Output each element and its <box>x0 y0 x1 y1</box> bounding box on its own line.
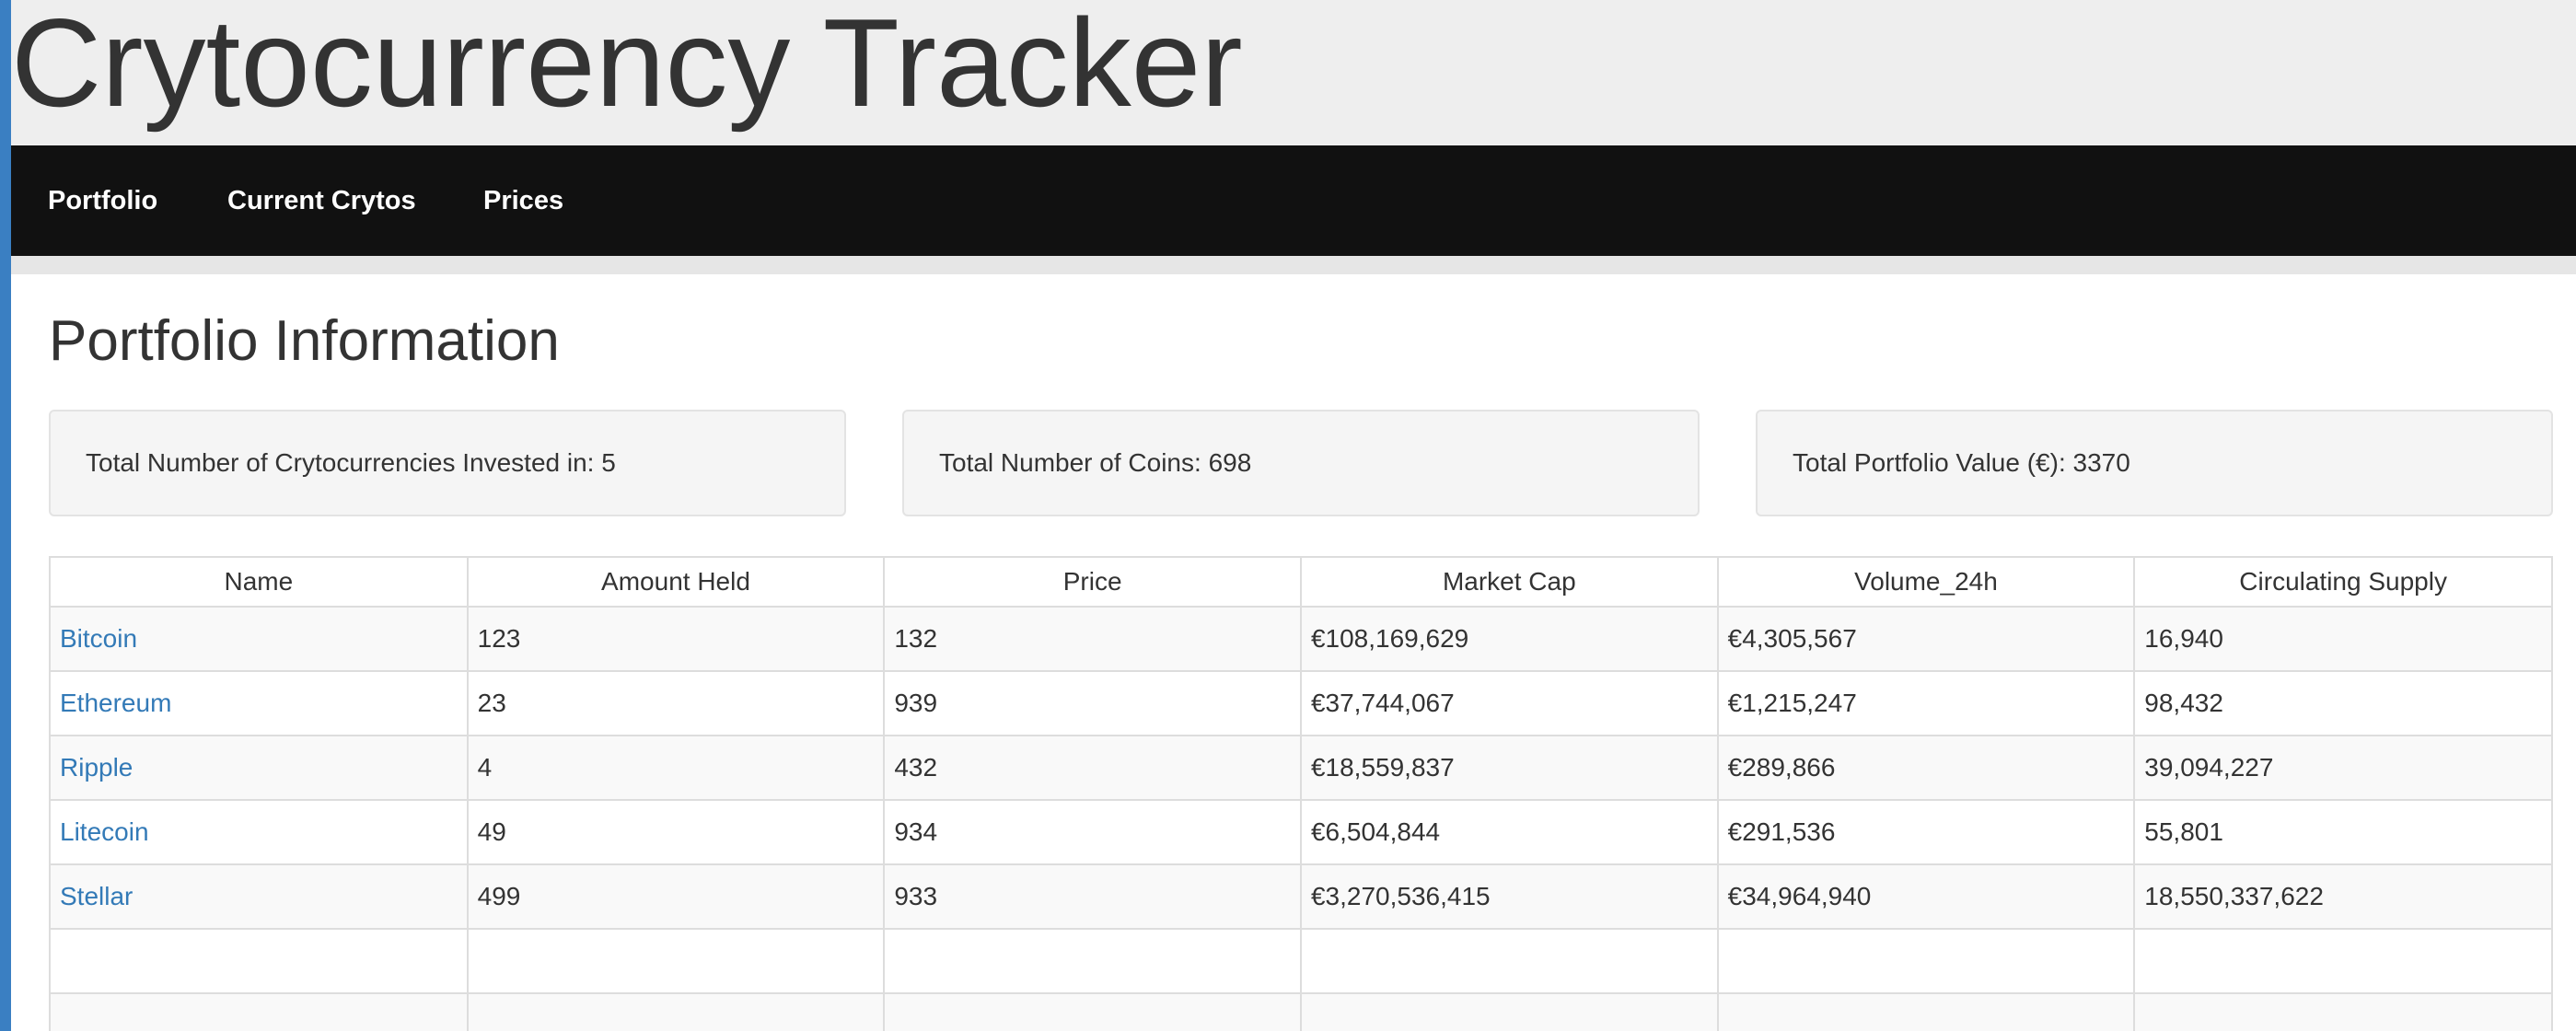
stat-total-cryptocurrencies: Total Number of Crytocurrencies Invested… <box>86 448 616 477</box>
nav-item-portfolio[interactable]: Portfolio <box>48 145 157 256</box>
app-header: Crytocurrency Tracker <box>11 0 2576 145</box>
cell-volume-24h: €34,964,940 <box>1717 864 2136 930</box>
cell-market-cap: €108,169,629 <box>1300 607 1719 672</box>
nav-item-current-crytos[interactable]: Current Crytos <box>227 145 416 256</box>
column-header-price[interactable]: Price <box>884 558 1302 608</box>
portfolio-table: Name Amount Held Price Market Cap Volume… <box>51 558 2551 1031</box>
column-header-circulating-supply[interactable]: Circulating Supply <box>2134 558 2551 608</box>
cell-circulating-supply: 98,432 <box>2134 671 2551 736</box>
table-row: Ripple 4 432 €18,559,837 €289,866 39,094… <box>51 736 2551 801</box>
cell-volume-24h: €1,215,247 <box>1717 671 2136 736</box>
coin-link-stellar[interactable]: Stellar <box>60 882 133 910</box>
stat-total-coins: Total Number of Coins: 698 <box>939 448 1252 477</box>
cell-price: 934 <box>884 800 1302 865</box>
table-header-row: Name Amount Held Price Market Cap Volume… <box>51 558 2551 608</box>
cell-name: Bitcoin <box>51 607 469 672</box>
cell-market-cap: €37,744,067 <box>1300 671 1719 736</box>
cell-empty <box>467 929 886 994</box>
stat-card-portfolio-value: Total Portfolio Value (€): 3370 <box>1756 410 2553 516</box>
cell-circulating-supply: 55,801 <box>2134 800 2551 865</box>
table-row-empty <box>51 993 2551 1031</box>
app-title: Crytocurrency Tracker <box>11 0 1243 133</box>
column-header-amount-held[interactable]: Amount Held <box>467 558 886 608</box>
stat-portfolio-value: Total Portfolio Value (€): 3370 <box>1793 448 2130 477</box>
cell-empty <box>51 993 469 1031</box>
cell-price: 132 <box>884 607 1302 672</box>
cell-market-cap: €18,559,837 <box>1300 736 1719 801</box>
column-header-name[interactable]: Name <box>51 558 469 608</box>
cell-market-cap: €6,504,844 <box>1300 800 1719 865</box>
portfolio-table-container: Name Amount Held Price Market Cap Volume… <box>49 556 2553 1031</box>
cell-empty <box>2134 993 2551 1031</box>
column-header-volume-24h[interactable]: Volume_24h <box>1717 558 2136 608</box>
cell-amount-held: 23 <box>467 671 886 736</box>
cell-price: 432 <box>884 736 1302 801</box>
cell-empty <box>51 929 469 994</box>
cell-volume-24h: €4,305,567 <box>1717 607 2136 672</box>
cell-circulating-supply: 39,094,227 <box>2134 736 2551 801</box>
main-navbar: Portfolio Current Crytos Prices <box>11 145 2576 256</box>
column-header-market-cap[interactable]: Market Cap <box>1300 558 1719 608</box>
cell-empty <box>884 993 1302 1031</box>
nav-divider <box>11 256 2576 274</box>
cell-empty <box>884 929 1302 994</box>
cell-empty <box>2134 929 2551 994</box>
page-title: Portfolio Information <box>49 309 560 373</box>
cell-name: Stellar <box>51 864 469 930</box>
cell-volume-24h: €291,536 <box>1717 800 2136 865</box>
cell-empty <box>1300 993 1719 1031</box>
coin-link-ripple[interactable]: Ripple <box>60 753 133 782</box>
cell-amount-held: 499 <box>467 864 886 930</box>
table-row-empty <box>51 929 2551 994</box>
cell-amount-held: 49 <box>467 800 886 865</box>
stat-card-total-coins: Total Number of Coins: 698 <box>902 410 1700 516</box>
left-accent-bar <box>0 0 11 1031</box>
cell-name: Ethereum <box>51 671 469 736</box>
cell-volume-24h: €289,866 <box>1717 736 2136 801</box>
cell-name: Litecoin <box>51 800 469 865</box>
cell-market-cap: €3,270,536,415 <box>1300 864 1719 930</box>
coin-link-ethereum[interactable]: Ethereum <box>60 689 171 717</box>
coin-link-bitcoin[interactable]: Bitcoin <box>60 624 137 653</box>
table-row: Bitcoin 123 132 €108,169,629 €4,305,567 … <box>51 607 2551 672</box>
cell-empty <box>467 993 886 1031</box>
nav-item-prices[interactable]: Prices <box>483 145 563 256</box>
cell-empty <box>1717 929 2136 994</box>
cell-price: 933 <box>884 864 1302 930</box>
page: Crytocurrency Tracker Portfolio Current … <box>11 0 2576 1031</box>
cell-price: 939 <box>884 671 1302 736</box>
cell-amount-held: 4 <box>467 736 886 801</box>
cell-name: Ripple <box>51 736 469 801</box>
cell-amount-held: 123 <box>467 607 886 672</box>
coin-link-litecoin[interactable]: Litecoin <box>60 817 149 846</box>
table-row: Ethereum 23 939 €37,744,067 €1,215,247 9… <box>51 671 2551 736</box>
table-row: Litecoin 49 934 €6,504,844 €291,536 55,8… <box>51 800 2551 865</box>
stat-card-total-cryptocurrencies: Total Number of Crytocurrencies Invested… <box>49 410 846 516</box>
cell-empty <box>1300 929 1719 994</box>
table-row: Stellar 499 933 €3,270,536,415 €34,964,9… <box>51 864 2551 930</box>
cell-circulating-supply: 18,550,337,622 <box>2134 864 2551 930</box>
cell-empty <box>1717 993 2136 1031</box>
cell-circulating-supply: 16,940 <box>2134 607 2551 672</box>
